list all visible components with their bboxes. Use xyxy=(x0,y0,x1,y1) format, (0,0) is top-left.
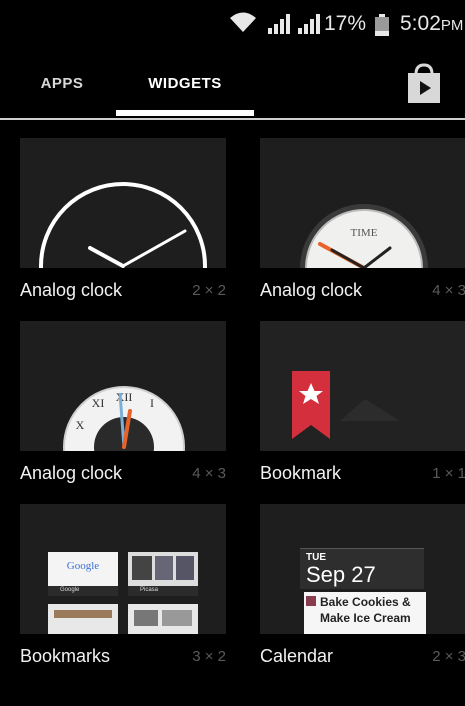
selected-tab-indicator xyxy=(116,110,254,116)
roman-numeral: XII xyxy=(116,390,133,404)
widget-name: Analog clock xyxy=(20,280,123,300)
analog-clock-preview: TIME xyxy=(300,204,428,268)
widget-tile-calendar[interactable]: TUE Sep 27 Bake Cookies & Make Ice Cream… xyxy=(260,504,465,674)
tab-apps[interactable]: APPS xyxy=(12,50,112,116)
battery-percentage: 17% xyxy=(324,12,367,35)
roman-numeral: X xyxy=(76,418,85,432)
widget-name: Bookmark xyxy=(260,463,342,483)
analog-clock-preview xyxy=(39,182,207,268)
widget-size: 1 × 1 xyxy=(432,465,465,482)
widget-tile-analog-clock[interactable]: TIME Analog clock 4 × 3 xyxy=(260,138,465,308)
bookmark-thumbnail xyxy=(128,604,198,634)
widget-size: 3 × 2 xyxy=(192,648,226,665)
signal-icon xyxy=(268,14,290,34)
roman-numeral: XI xyxy=(92,396,105,410)
widget-name: Calendar xyxy=(260,646,334,666)
widget-tile-analog-clock[interactable]: Analog clock 2 × 2 xyxy=(20,138,250,308)
widget-tile-bookmark[interactable]: Bookmark 1 × 1 xyxy=(260,321,465,491)
play-store-icon[interactable] xyxy=(400,60,448,108)
widget-preview: TUE Sep 27 Bake Cookies & Make Ice Cream xyxy=(260,504,465,634)
analog-clock-preview: XI XII I X xyxy=(63,386,185,451)
widget-preview: TIME xyxy=(260,138,465,268)
widget-picker-screen: 17% 5:02PM APPS WIDGETS Analog clock 2 ×… xyxy=(0,0,465,706)
widget-name: Analog clock xyxy=(20,463,123,483)
bookmark-thumbnail: Google Google xyxy=(48,552,118,596)
widget-preview xyxy=(20,138,226,268)
wifi-icon xyxy=(230,12,256,32)
bookmark-label: Google xyxy=(60,587,80,593)
widget-size: 2 × 2 xyxy=(192,282,226,299)
bookmark-preview xyxy=(260,321,465,451)
widget-tile-analog-clock[interactable]: XI XII I X Analog clock 4 × 3 xyxy=(20,321,250,491)
tab-divider xyxy=(0,118,465,120)
calendar-date-header: TUE Sep 27 xyxy=(300,548,424,589)
calendar-event: Bake Cookies & Make Ice Cream xyxy=(304,592,426,634)
bookmark-label: Picasa xyxy=(140,587,159,593)
roman-numeral: I xyxy=(150,396,154,410)
bookmark-thumbnail: Picasa xyxy=(128,552,198,596)
clock-ampm: PM xyxy=(440,17,464,34)
tab-widgets[interactable]: WIDGETS xyxy=(116,50,254,116)
widget-size: 4 × 3 xyxy=(432,282,465,299)
google-logo: Google xyxy=(66,560,100,572)
status-bar: 17% 5:02PM xyxy=(0,0,465,50)
clock-face-text: TIME xyxy=(351,227,378,239)
event-line: Bake Cookies & xyxy=(320,595,411,609)
clock-time: 5:02 xyxy=(400,12,441,35)
widget-preview: XI XII I X xyxy=(20,321,226,451)
widget-name: Analog clock xyxy=(260,280,363,300)
event-color-swatch xyxy=(306,596,316,606)
event-line: Make Ice Cream xyxy=(320,611,411,625)
widget-preview: Google Google Picasa xyxy=(20,504,226,634)
widget-preview xyxy=(260,321,465,451)
widget-size: 4 × 3 xyxy=(192,465,226,482)
tab-bar: APPS WIDGETS xyxy=(0,50,465,120)
bookmark-thumbnail xyxy=(48,604,118,634)
widget-name: Bookmarks xyxy=(20,646,111,666)
widget-size: 2 × 3 xyxy=(432,648,465,665)
battery-icon xyxy=(375,14,389,36)
calendar-date: Sep 27 xyxy=(306,562,376,587)
widget-tile-bookmarks[interactable]: Google Google Picasa Bookmarks 3 × 2 xyxy=(20,504,250,674)
status-clock: 5:02PM xyxy=(400,12,463,36)
signal-icon xyxy=(298,14,320,34)
